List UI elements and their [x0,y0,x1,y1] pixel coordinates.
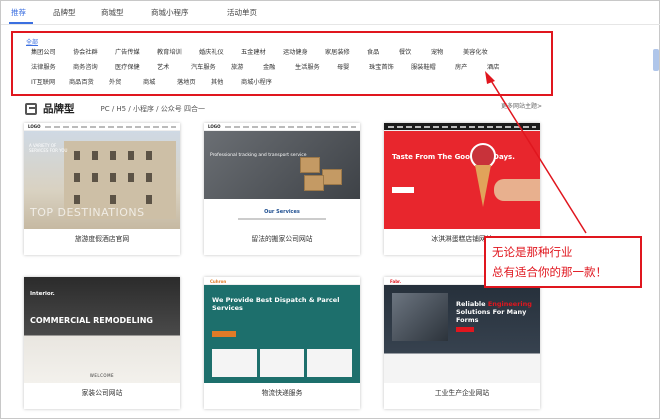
industry-item[interactable]: 酒店 [487,62,511,71]
industry-item[interactable]: 服装鞋帽 [411,62,455,71]
thumbnail-headline: COMMERCIAL REMODELING [30,316,153,325]
section-subtitle: PC / H5 / 小程序 / 公众号 四合一 [100,104,205,113]
template-card[interactable]: Fabr. Reliable Engineering Solutions For … [384,277,540,409]
industry-item[interactable]: 汽车服务 [191,62,231,71]
template-thumbnail[interactable]: Taste From The Good Old Days. [384,123,540,229]
template-thumbnail[interactable]: Fabr. Reliable Engineering Solutions For … [384,277,540,383]
thumbnail-headline: Taste From The Good Old Days. [392,153,515,161]
industry-item[interactable]: 协会社群 [73,47,115,56]
template-card[interactable]: LOGO A VARIETY OF SERVICES FOR YOU TOP D… [24,123,180,255]
industry-all-link[interactable]: 全部 [26,37,38,46]
industry-item[interactable]: 珠宝首饰 [369,62,411,71]
industry-item[interactable]: 医疗保健 [115,62,157,71]
template-title[interactable]: 工业生产企业网站 [384,387,540,397]
industry-item[interactable]: 食品 [367,47,399,56]
industry-item[interactable]: 生活服务 [295,62,337,71]
industry-item[interactable]: 运动健身 [283,47,325,56]
thumbnail-button [392,187,414,193]
thumbnail-headline: TOP DESTINATIONS [30,206,145,219]
tab-brand[interactable]: 品牌型 [41,0,89,24]
tab-recommended[interactable]: 推荐 [1,0,41,24]
template-thumbnail[interactable]: LOGO A VARIETY OF SERVICES FOR YOU TOP D… [24,123,180,229]
thumbnail-text: A VARIETY OF SERVICES FOR YOU [29,143,68,154]
industry-filter-box: 全部 集团公司 协会社群 广告传媒 教育培训 婚庆礼仪 五金建材 运动健身 家居… [11,31,553,96]
industry-item[interactable]: 其他 [211,77,241,86]
section-header: 品牌型 PC / H5 / 小程序 / 公众号 四合一 [25,101,205,116]
thumbnail-navbar: LOGO [204,123,360,131]
thumbnail-logo: Fabr. [390,279,401,284]
tab-landing-page[interactable]: 活动单页 [215,0,295,24]
thumbnail-navbar: Cuhron [204,277,360,285]
industry-item[interactable]: 五金建材 [241,47,283,56]
template-gallery: 推荐 品牌型 商城型 商城小程序 活动单页 全部 集团公司 协会社群 广告传媒 … [0,0,660,419]
thumbnail-navbar [384,123,540,131]
industry-item[interactable]: 商城小程序 [241,77,291,86]
thumbnail-navbar: LOGO [24,123,180,131]
tab-mini-program[interactable]: 商城小程序 [139,0,215,24]
industry-item[interactable]: 集团公司 [31,47,73,56]
scrollbar-thumb[interactable] [653,49,659,71]
industry-item[interactable]: 外贸 [109,77,143,86]
template-icon [25,102,37,115]
template-card[interactable]: Interior. COMMERCIAL REMODELING WELCOME … [24,277,180,409]
industry-item[interactable]: 家居装修 [325,47,367,56]
template-card[interactable]: Cuhron We Provide Best Dispatch & Parcel… [204,277,360,409]
ice-cream-image [470,143,496,213]
industry-row-1: 集团公司 协会社群 广告传媒 教育培训 婚庆礼仪 五金建材 运动健身 家居装修 … [31,47,501,56]
industry-item[interactable]: 商城 [143,77,177,86]
industry-item[interactable]: 宠物 [431,47,463,56]
industry-item[interactable]: 旅游 [231,62,263,71]
industry-item[interactable]: 艺术 [157,62,191,71]
template-thumbnail[interactable]: LOGO Professional tracking and transport… [204,123,360,229]
industry-item[interactable]: 教育培训 [157,47,199,56]
industry-item[interactable]: 母婴 [337,62,369,71]
industry-item[interactable]: 落地页 [177,77,211,86]
template-card[interactable]: LOGO Professional tracking and transport… [204,123,360,255]
industry-item[interactable]: 房产 [455,62,487,71]
tab-mall[interactable]: 商城型 [89,0,139,24]
thumbnail-text: Professional tracking and transport serv… [210,153,307,158]
template-title[interactable]: 物流快递服务 [204,387,360,397]
industry-item[interactable]: IT互联网 [31,77,69,86]
callout-line-1: 无论是那种行业 [492,245,573,259]
thumbnail-headline: We Provide Best Dispatch & Parcel Servic… [212,296,340,312]
service-cards [212,349,353,377]
template-thumbnail[interactable]: Cuhron We Provide Best Dispatch & Parcel… [204,277,360,383]
factory-image [392,293,448,341]
thumbnail-subheading: Our Services [264,209,300,215]
thumbnail-button [456,327,474,332]
category-tabs: 推荐 品牌型 商城型 商城小程序 活动单页 [1,1,660,25]
industry-item[interactable]: 广告传媒 [115,47,157,56]
industry-row-3: IT互联网 商品百货 外贸 商城 落地页 其他 商城小程序 [31,77,291,86]
industry-item[interactable]: 法律服务 [31,62,73,71]
thumbnail-logo: Cuhron [210,279,227,284]
template-title[interactable]: 留法的搬家公司网站 [204,233,360,243]
callout-line-2: 总有适合你的那一款！ [492,265,607,279]
template-title[interactable]: 家装公司网站 [24,387,180,397]
thumbnail-headline: Reliable Engineering Solutions For Many F… [456,300,532,324]
thumbnail-button [212,331,236,337]
thumbnail-logo: Interior. [30,291,55,297]
industry-item[interactable]: 婚庆礼仪 [199,47,241,56]
template-title[interactable]: 旅游度假酒店官网 [24,233,180,243]
industry-item[interactable]: 商务咨询 [73,62,115,71]
more-themes-link[interactable]: 更多网站主题> [501,101,542,110]
template-thumbnail[interactable]: Interior. COMMERCIAL REMODELING WELCOME [24,277,180,383]
industry-item[interactable]: 美容化妆 [463,47,501,56]
thumbnail-logo: LOGO [28,124,41,129]
section-title: 品牌型 [43,103,75,115]
industry-item[interactable]: 商品百货 [69,77,109,86]
thumbnail-welcome: WELCOME [89,373,115,378]
industry-row-2: 法律服务 商务咨询 医疗保健 艺术 汽车服务 旅游 金融 生活服务 母婴 珠宝首… [31,62,511,71]
industry-item[interactable]: 金融 [263,62,295,71]
callout-box: 无论是那种行业 总有适合你的那一款！ [484,236,642,288]
thumbnail-logo: LOGO [208,124,221,129]
industry-item[interactable]: 餐饮 [399,47,431,56]
movers-image [204,131,360,199]
